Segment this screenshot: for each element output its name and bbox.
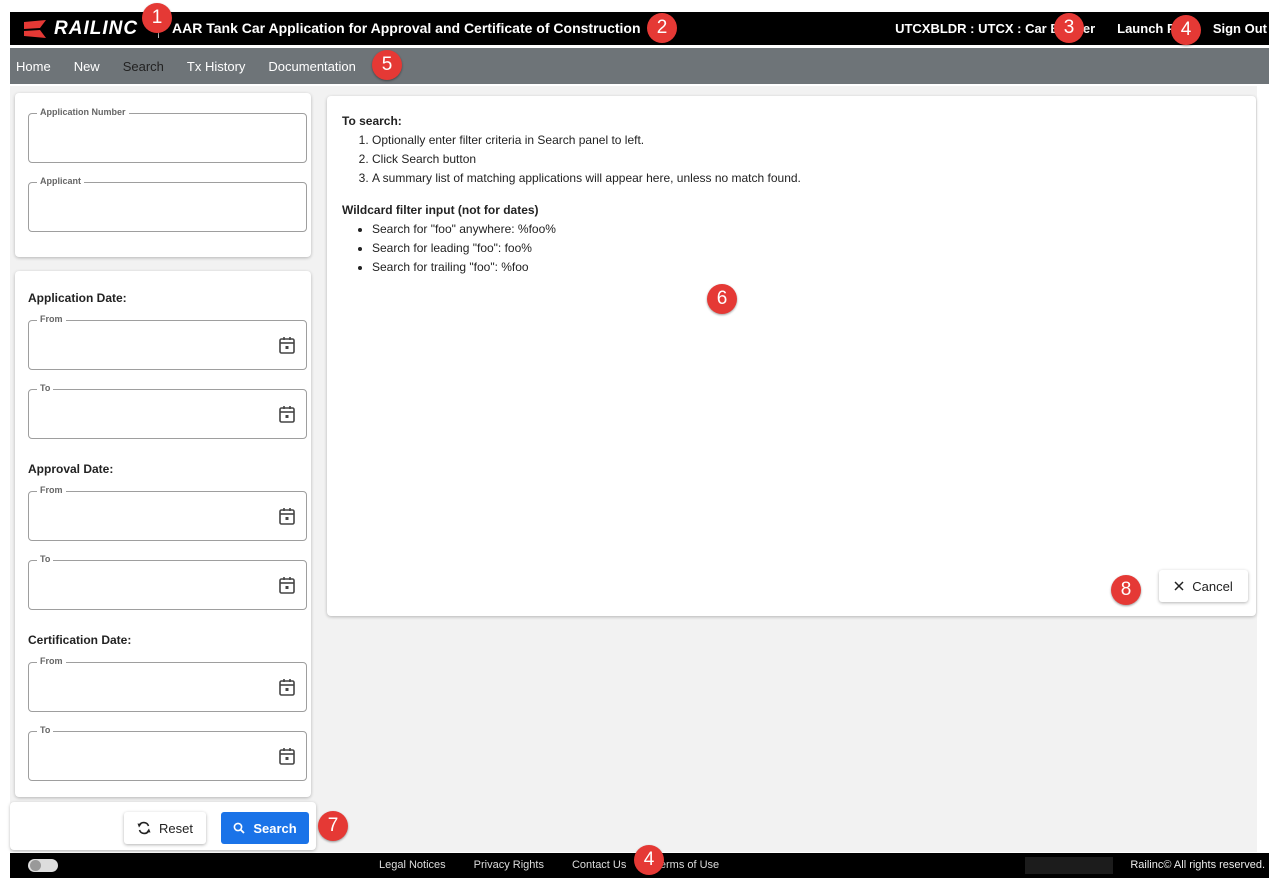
approval-date-title: Approval Date: xyxy=(28,462,114,476)
application-date-from-field[interactable]: From xyxy=(28,314,307,370)
redacted-block xyxy=(1025,857,1113,874)
callout-badge: 6 xyxy=(707,284,737,314)
application-number-input[interactable] xyxy=(37,132,267,152)
instruction-step: Click Search button xyxy=(372,150,801,169)
calendar-icon[interactable] xyxy=(279,507,295,525)
app-title: AAR Tank Car Application for Approval an… xyxy=(172,20,641,36)
search-button[interactable]: Search xyxy=(221,812,309,844)
approval-date-to-label: To xyxy=(37,554,54,564)
wildcard-list: Search for "foo" anywhere: %foo% Search … xyxy=(342,220,801,277)
menu-search[interactable]: Search xyxy=(123,53,164,80)
search-icon xyxy=(233,822,245,834)
certification-date-from-input[interactable] xyxy=(37,681,267,701)
menu-home[interactable]: Home xyxy=(16,53,51,80)
callout-badge: 5 xyxy=(372,50,402,80)
approval-date-from-input[interactable] xyxy=(37,510,267,530)
application-date-title: Application Date: xyxy=(28,291,127,305)
railinc-logo[interactable]: RAILINC xyxy=(24,17,138,41)
theme-toggle[interactable] xyxy=(28,859,58,872)
application-date-to-input[interactable] xyxy=(37,408,267,428)
callout-badge: 3 xyxy=(1054,13,1084,43)
application-date-from-label: From xyxy=(37,314,66,324)
wildcard-item: Search for "foo" anywhere: %foo% xyxy=(372,220,801,239)
certification-date-from-label: From xyxy=(37,656,66,666)
application-number-field[interactable]: Application Number xyxy=(28,107,307,163)
certification-date-to-input[interactable] xyxy=(37,750,267,770)
menu-documentation[interactable]: Documentation xyxy=(268,53,355,80)
certification-date-to-label: To xyxy=(37,725,54,735)
application-number-label: Application Number xyxy=(37,107,129,117)
search-label: Search xyxy=(253,820,297,836)
calendar-icon[interactable] xyxy=(279,405,295,423)
brand-name: RAILINC xyxy=(54,18,139,39)
cancel-label: Cancel xyxy=(1192,578,1233,594)
sign-out-link[interactable]: Sign Out xyxy=(1213,21,1267,36)
applicant-input[interactable] xyxy=(37,201,267,221)
approval-date-to-field[interactable]: To xyxy=(28,554,307,610)
wildcard-item: Search for trailing "foo": %foo xyxy=(372,258,801,277)
wildcard-title: Wildcard filter input (not for dates) xyxy=(342,203,539,217)
application-date-from-input[interactable] xyxy=(37,339,267,359)
close-icon xyxy=(1174,581,1184,591)
callout-badge: 2 xyxy=(647,13,677,43)
calendar-icon[interactable] xyxy=(279,678,295,696)
search-filter-panel: Application Number Applicant xyxy=(15,93,311,257)
menu-tx-history[interactable]: Tx History xyxy=(187,53,246,80)
certification-date-to-field[interactable]: To xyxy=(28,725,307,781)
toggle-knob xyxy=(30,860,41,871)
applicant-field[interactable]: Applicant xyxy=(28,176,307,232)
callout-badge: 4 xyxy=(1171,15,1201,45)
search-instructions: To search: Optionally enter filter crite… xyxy=(342,112,801,277)
terms-of-use-link[interactable]: Terms of Use xyxy=(654,859,719,871)
railinc-logo-icon xyxy=(24,20,46,38)
approval-date-from-field[interactable]: From xyxy=(28,485,307,541)
instructions-title: To search: xyxy=(342,114,402,128)
instructions-steps: Optionally enter filter criteria in Sear… xyxy=(342,131,801,188)
calendar-icon[interactable] xyxy=(279,336,295,354)
application-date-to-field[interactable]: To xyxy=(28,383,307,439)
calendar-icon[interactable] xyxy=(279,576,295,594)
instruction-step: Optionally enter filter criteria in Sear… xyxy=(372,131,801,150)
application-date-to-label: To xyxy=(37,383,54,393)
callout-badge: 1 xyxy=(142,3,172,33)
date-filter-panel: Application Date: From To Approval Date:… xyxy=(15,271,311,797)
instruction-step: A summary list of matching applications … xyxy=(372,169,801,188)
copyright: Railinc© All rights reserved. xyxy=(1130,859,1265,871)
menu-new[interactable]: New xyxy=(74,53,100,80)
approval-date-from-label: From xyxy=(37,485,66,495)
reset-label: Reset xyxy=(159,820,193,836)
legal-notices-link[interactable]: Legal Notices xyxy=(379,859,446,871)
results-panel: To search: Optionally enter filter crite… xyxy=(327,96,1256,616)
wildcard-item: Search for leading "foo": foo% xyxy=(372,239,801,258)
search-actions-panel: Reset Search xyxy=(10,802,316,850)
content-area: Application Number Applicant Application… xyxy=(10,86,1257,852)
privacy-rights-link[interactable]: Privacy Rights xyxy=(474,859,544,871)
cancel-button[interactable]: Cancel xyxy=(1159,570,1248,602)
calendar-icon[interactable] xyxy=(279,747,295,765)
certification-date-title: Certification Date: xyxy=(28,633,132,647)
certification-date-from-field[interactable]: From xyxy=(28,656,307,712)
refresh-icon xyxy=(137,821,151,835)
callout-badge: 8 xyxy=(1111,575,1141,605)
callout-badge: 7 xyxy=(318,811,348,841)
footer-links: Legal Notices Privacy Rights Contact Us … xyxy=(379,859,747,871)
callout-badge: 4 xyxy=(634,845,664,875)
applicant-label: Applicant xyxy=(37,176,85,186)
main-menu: Home New Search Tx History Documentation xyxy=(10,48,1269,84)
approval-date-to-input[interactable] xyxy=(37,579,267,599)
reset-button[interactable]: Reset xyxy=(124,812,206,844)
contact-us-link[interactable]: Contact Us xyxy=(572,859,626,871)
